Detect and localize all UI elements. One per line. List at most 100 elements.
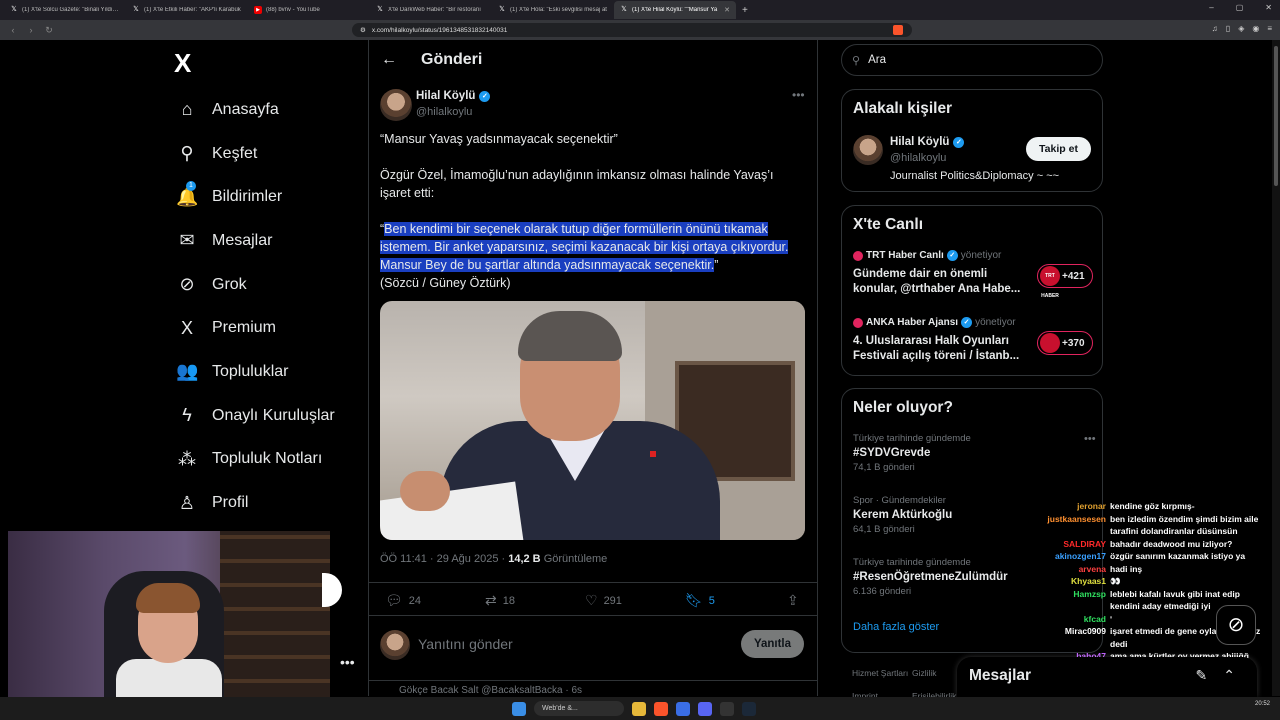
url-text: x.com/hilalkoylu/status/1961348531832140… (371, 26, 508, 34)
show-more-link[interactable]: Daha fazla göster (853, 621, 939, 633)
nav-item-ke-fet[interactable]: ⚲ Keşfet (176, 132, 335, 176)
nav-item-topluluk-notlar-[interactable]: ⁂ Topluluk Notları (176, 438, 335, 482)
close-window-icon[interactable]: ✕ (1265, 3, 1272, 12)
wallet-icon[interactable]: ◈ (1238, 24, 1244, 33)
live-listener-count[interactable]: +370 (1037, 331, 1093, 355)
nav-item-topluluklar[interactable]: 👥 Topluluklar (176, 350, 335, 394)
view-label: Görüntüleme (540, 553, 608, 565)
related-name[interactable]: Hilal Köylü ✓ (890, 136, 965, 148)
chat-username: SALDIRAY (1063, 538, 1106, 549)
search-icon: ⚲ (180, 143, 194, 164)
footer-link[interactable]: Hizmet Şartları (852, 662, 912, 685)
browser-tab[interactable]: 𝕏 (1) X'te Hola: "Eski sevgilisi mesaj at (492, 1, 614, 19)
live-card: X'te Canlı TRT Haber Canlı ✓ yönetiyor Günd… (841, 205, 1103, 376)
app-icon[interactable] (676, 701, 690, 716)
like-count: 291 (603, 594, 622, 607)
nav-label: Mesajlar (212, 231, 273, 249)
brave-taskbar-icon[interactable] (654, 701, 668, 716)
reply-input[interactable]: Yanıtını gönder (418, 636, 513, 652)
reply-button[interactable]: 💬︎ 24 (385, 592, 421, 609)
forward-icon[interactable]: › (26, 25, 36, 35)
live-role: yönetiyor (975, 317, 1016, 328)
menu-icon[interactable]: ≡ (1267, 24, 1272, 33)
related-avatar[interactable] (853, 135, 883, 165)
bookmark-button[interactable]: 🔖︎ 5 (685, 592, 715, 609)
maximize-icon[interactable]: ▢ (1236, 3, 1244, 12)
live-item[interactable]: TRT Haber Canlı ✓ yönetiyor Gündeme dair en… (853, 250, 1093, 299)
nav-item-mesajlar[interactable]: ✉ Mesajlar (176, 219, 335, 263)
nav-label: Profil (212, 494, 249, 512)
tweet-photo[interactable] (380, 301, 805, 540)
browser-tab[interactable]: ▶ (88) bvnv - YouTube (248, 1, 370, 19)
back-arrow-icon[interactable]: ← (381, 51, 397, 69)
grok-floating-icon[interactable]: ⊘ (1216, 605, 1256, 645)
taskbar-search[interactable]: Web'de &... (534, 701, 624, 716)
live-source: TRT Haber Canlı ✓ yönetiyor (853, 250, 1093, 261)
reload-icon[interactable]: ↻ (44, 25, 54, 36)
trend-item[interactable]: Türkiye tarihinde gündemde #SYDVGrevde 74,… (853, 433, 1093, 473)
browser-tab[interactable]: 𝕏 X'te DarkWeb Haber: "Bir restoranı (370, 1, 492, 19)
close-tab-icon[interactable]: ✕ (724, 6, 730, 14)
scrollbar-thumb[interactable] (1274, 46, 1278, 186)
music-icon[interactable]: ♫ (1212, 24, 1218, 33)
streamer-hair (136, 583, 200, 613)
messages-drawer[interactable]: Mesajlar ✎ ⌃ (957, 657, 1257, 697)
author-handle[interactable]: @hilalkoylu (416, 106, 472, 118)
nav-item-onayl-kurulu-lar[interactable]: ϟ Onaylı Kuruluşlar (176, 394, 334, 438)
retweet-button[interactable]: ⇄ 18 (485, 592, 515, 609)
minimize-icon[interactable]: – (1209, 3, 1213, 12)
nav-item-anasayfa[interactable]: ⌂ Anasayfa (176, 88, 335, 132)
new-tab-icon[interactable]: + (742, 5, 748, 16)
nav-item-profil[interactable]: ♙ Profil (176, 481, 335, 525)
nav-item-bildirimler[interactable]: 🔔 1 Bildirimler (176, 175, 335, 219)
next-reply-preview[interactable]: Gökçe Bacak Salt @BacaksaltBacka · 6s (369, 680, 817, 696)
expand-icon[interactable]: ⌃ (1223, 667, 1235, 684)
live-listener-count[interactable]: TRT HABER +421 (1037, 264, 1093, 299)
url-bar[interactable]: ⚙ x.com/hilalkoylu/status/19613485318321… (352, 23, 912, 37)
nav-label: Grok (212, 275, 247, 293)
photo-hair (518, 311, 622, 361)
reply-submit-button[interactable]: Yanıtla (741, 630, 804, 658)
tweet-actions: 💬︎ 24 ⇄ 18 ♡ 291 🔖︎ 5 ⇪ (369, 582, 817, 616)
back-icon[interactable]: ‹ (8, 25, 18, 35)
related-handle[interactable]: @hilalkoylu (890, 152, 946, 164)
follow-button[interactable]: Takip et (1026, 137, 1091, 161)
account-more-icon[interactable]: ••• (340, 654, 355, 670)
browser-tab[interactable]: 𝕏 (1) X'te Hilal Köylü: ""Mansur Ya ✕ (614, 1, 736, 19)
post-button[interactable] (322, 573, 342, 607)
search-input[interactable]: ⚲ Ara (841, 44, 1103, 76)
live-item[interactable]: ANKA Haber Ajansı ✓ yönetiyor 4. Uluslarara… (853, 317, 1093, 364)
brave-shields-icon[interactable] (893, 25, 903, 35)
like-button[interactable]: ♡ 291 (585, 592, 622, 609)
x-icon: 𝕏 (621, 6, 627, 13)
live-thumb: TRT HABER (1040, 266, 1060, 299)
more-options-icon[interactable]: ••• (792, 88, 805, 102)
browser-tab[interactable]: 𝕏 (1) X'te Solcu Gazete: "Binali Yıldırım (4, 1, 126, 19)
x-icon: 𝕏 (133, 6, 139, 13)
discord-icon[interactable] (698, 701, 712, 716)
nav-label: Premium (212, 319, 277, 337)
obs-icon[interactable] (720, 701, 734, 716)
sidebar-icon[interactable]: ▯ (1226, 24, 1230, 33)
reply-count: 24 (408, 594, 422, 607)
live-source-avatar (853, 250, 863, 261)
site-settings-icon[interactable]: ⚙ (360, 26, 366, 34)
nav-item-grok[interactable]: ⊘ Grok (176, 263, 335, 307)
file-explorer-icon[interactable] (632, 701, 646, 716)
x-logo[interactable]: X (174, 48, 191, 79)
new-message-icon[interactable]: ✎ (1196, 667, 1208, 684)
my-avatar[interactable] (380, 630, 410, 660)
vpn-icon[interactable]: ◉ (1252, 24, 1259, 33)
windows-start-icon[interactable] (512, 701, 526, 716)
tab-title: (1) X'te Solcu Gazete: "Binali Yıldırım (22, 7, 120, 13)
tweet-headline: “Mansur Yavaş yadsınmayacak seçenektir” (380, 132, 618, 146)
browser-tab[interactable]: 𝕏 (1) X'te Etkili Haber: "AKP'li Karabük (126, 1, 248, 19)
communities-icon: 👥 (176, 361, 199, 382)
share-button[interactable]: ⇪ (787, 592, 799, 609)
steam-icon[interactable] (742, 701, 756, 716)
tweet-timestamp[interactable]: ÖÖ 11:41 · 29 Ağu 2025 · (380, 553, 508, 565)
author-name[interactable]: Hilal Köylü ✓ (416, 90, 491, 102)
nav-item-premium[interactable]: X Premium (176, 306, 335, 350)
author-avatar[interactable] (380, 89, 412, 121)
tab-title: (1) X'te Etkili Haber: "AKP'li Karabük (144, 7, 241, 13)
